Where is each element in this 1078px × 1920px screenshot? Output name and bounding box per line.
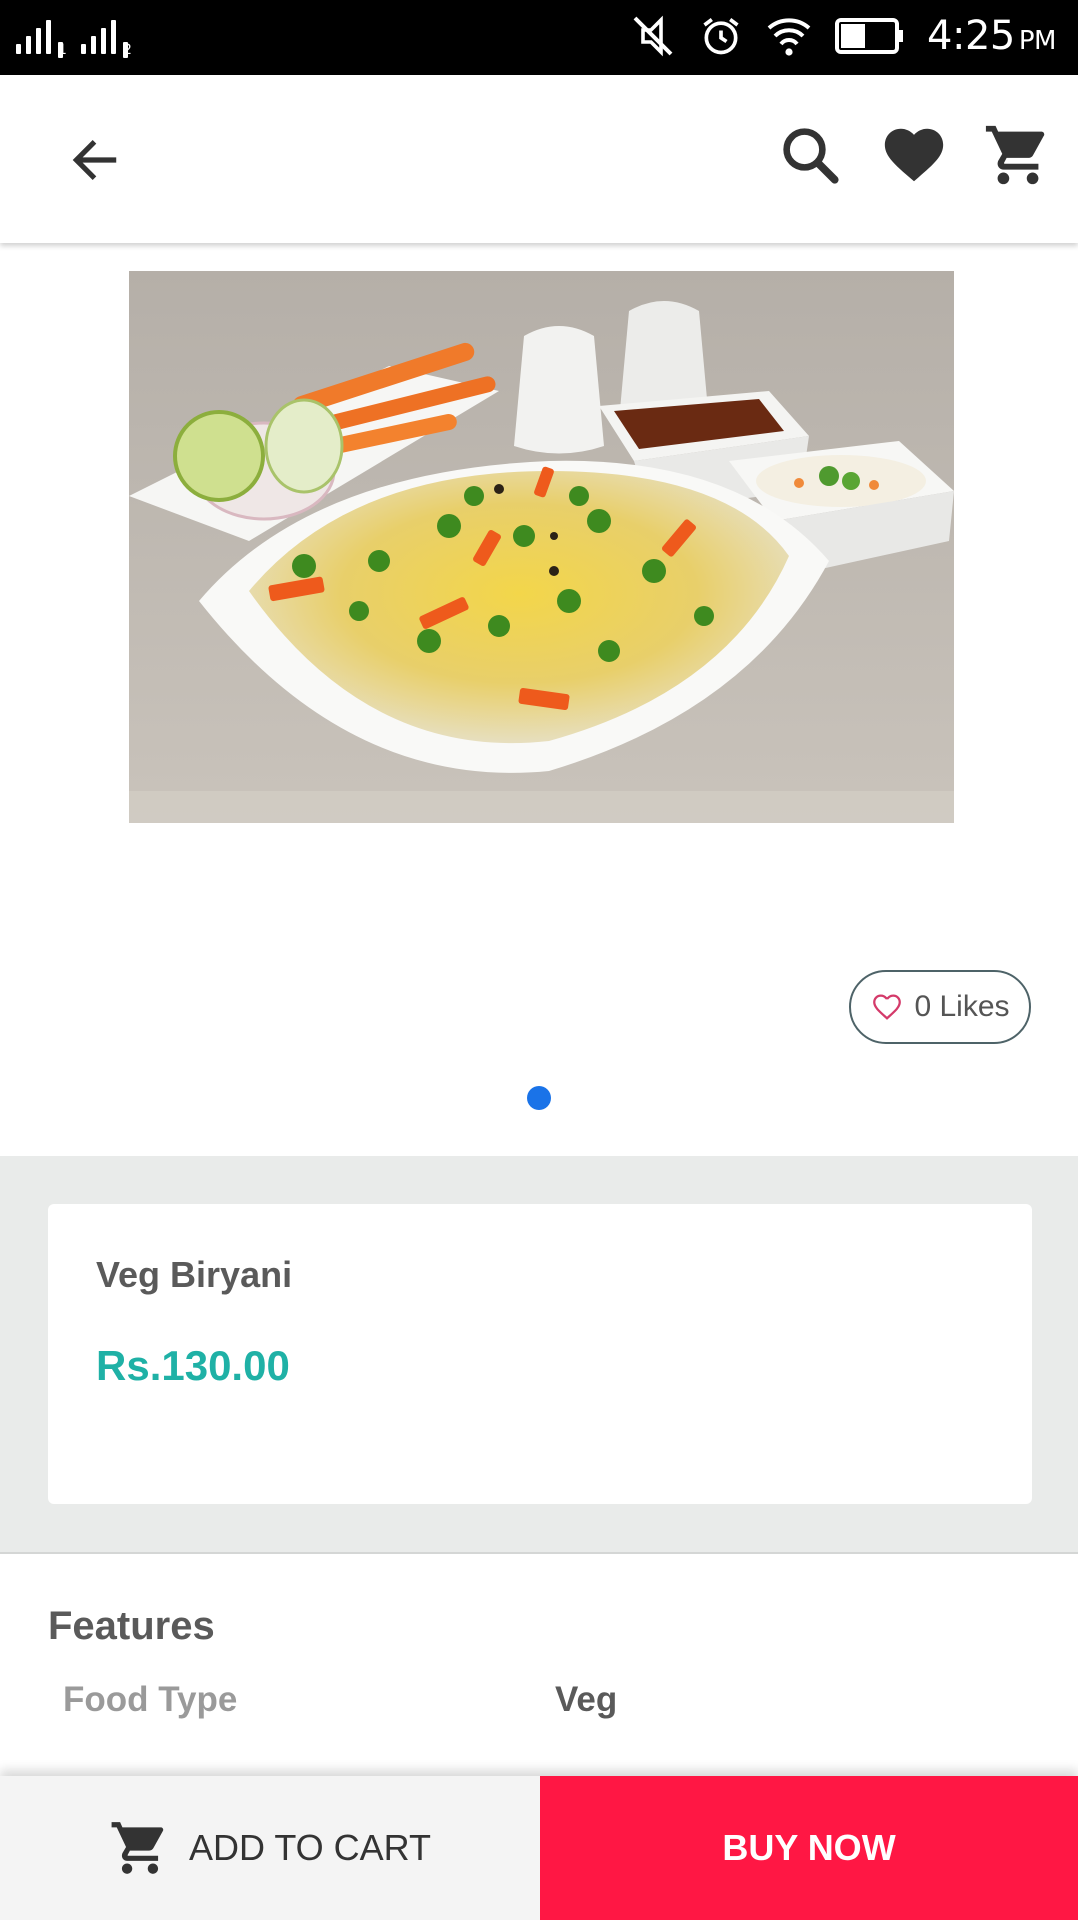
buy-now-label: BUY NOW: [722, 1827, 896, 1868]
bottom-action-bar: ADD TO CART BUY NOW: [0, 1776, 1078, 1920]
features-title: Features: [48, 1604, 215, 1648]
product-info-section: Veg Biryani Rs.130.00: [0, 1156, 1078, 1552]
add-to-cart-label: ADD TO CART: [188, 1827, 432, 1868]
features-section: Features Food Type Veg: [0, 1552, 1078, 1776]
sim-index-label: 1: [58, 42, 67, 58]
battery-icon: [835, 18, 904, 54]
feature-label-food-type: Food Type: [63, 1680, 238, 1719]
cart-icon: [111, 1822, 164, 1874]
buy-now-button[interactable]: BUY NOW: [540, 1776, 1078, 1920]
clock: 4:25 PM: [927, 13, 1056, 59]
product-card: Veg Biryani Rs.130.00: [48, 1204, 1032, 1504]
likes-button[interactable]: 0 Likes: [849, 970, 1031, 1044]
feature-value-food-type: Veg: [555, 1680, 618, 1719]
wifi-icon: [767, 18, 811, 56]
back-arrow-icon: [72, 140, 117, 180]
back-button[interactable]: [60, 125, 130, 195]
status-bar: 1 2 4:25 PM: [0, 0, 1078, 75]
product-image[interactable]: [129, 271, 954, 823]
app-bar: [0, 75, 1078, 243]
image-carousel[interactable]: 0 Likes: [0, 243, 1078, 1156]
likes-count-label: 0 Likes: [914, 990, 1010, 1023]
search-icon: [783, 128, 839, 184]
heart-icon: [884, 128, 944, 182]
heart-outline-icon: [873, 994, 902, 1020]
veg-biryani-photo: [129, 271, 954, 823]
signal-icon: 1: [16, 18, 67, 58]
product-name: Veg Biryani: [96, 1254, 293, 1295]
signal-icon: 2: [81, 18, 132, 58]
cart-button[interactable]: [978, 115, 1058, 195]
add-to-cart-button[interactable]: ADD TO CART: [0, 1776, 540, 1920]
alarm-icon: [703, 18, 739, 55]
search-button[interactable]: [770, 115, 850, 195]
sim-index-label: 2: [123, 42, 132, 58]
cart-icon: [985, 125, 1045, 185]
product-price: Rs.130.00: [96, 1342, 290, 1389]
wishlist-button[interactable]: [874, 115, 954, 195]
mute-icon: [633, 15, 673, 57]
carousel-page-indicator: [527, 1086, 551, 1110]
